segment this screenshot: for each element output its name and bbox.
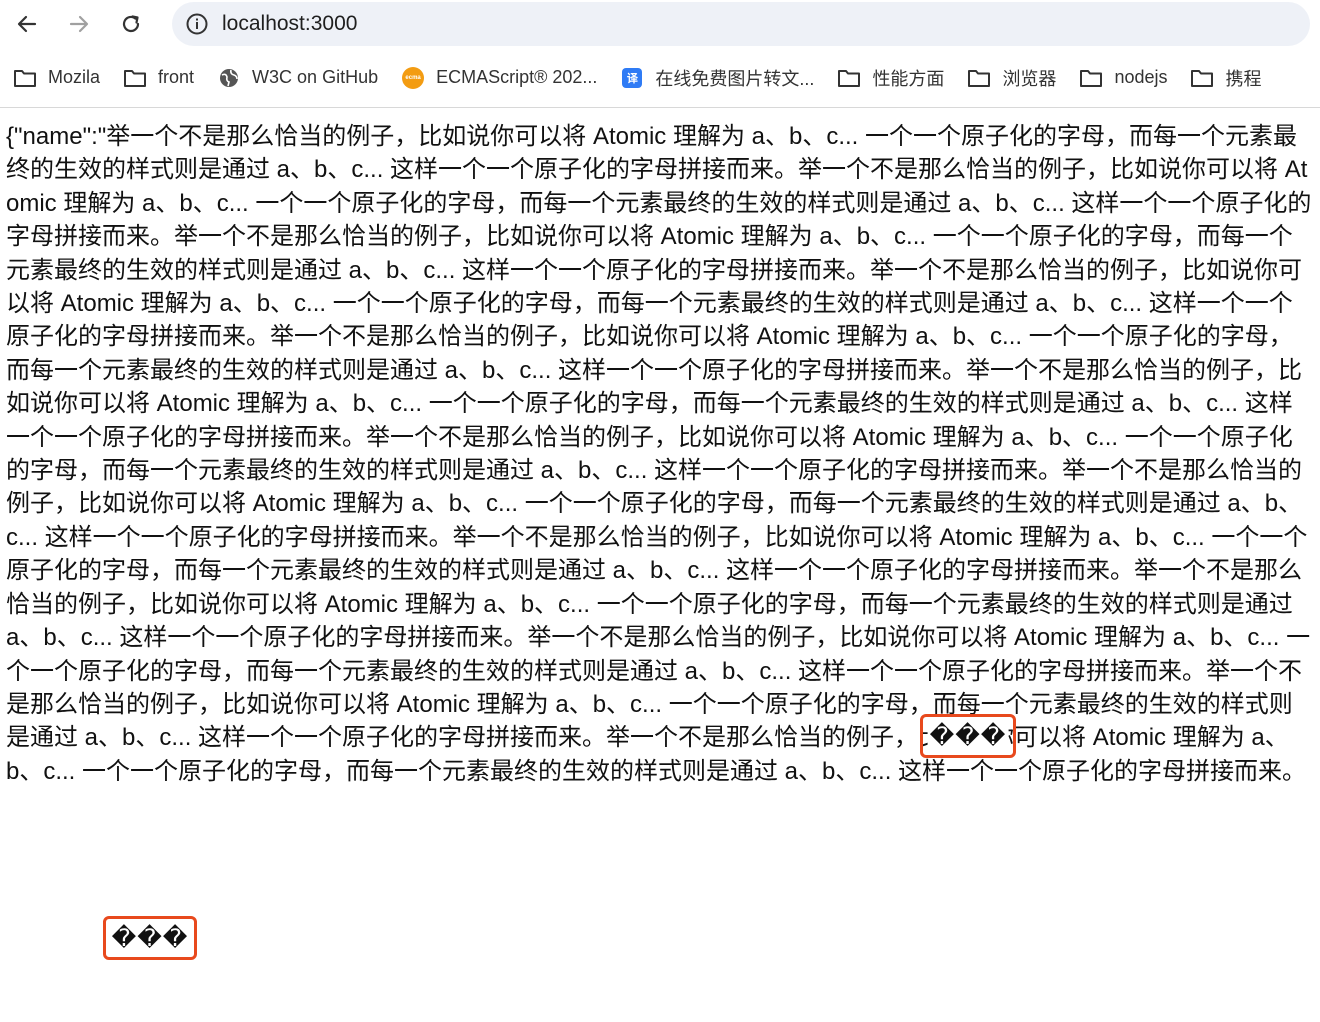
globe-icon <box>216 67 242 89</box>
bookmarks-bar: Mozila front W3C on GitHub ecma ECMAScript® … <box>0 48 1320 108</box>
folder-icon <box>122 67 148 89</box>
bookmark-label: front <box>158 67 195 87</box>
forward-button[interactable] <box>62 7 96 41</box>
garbled-char-marker: ��� <box>927 722 1009 750</box>
address-bar[interactable]: localhost:3000 <box>172 2 1310 46</box>
garbled-char-highlight-2: ��� <box>103 916 197 960</box>
folder-icon <box>12 67 38 89</box>
json-response-text: {"name":"举一个不是那么恰当的例子，比如说你可以将 Atomic 理解为… <box>6 123 1312 785</box>
bookmark-item[interactable]: ecma ECMAScript® 202... <box>400 66 598 89</box>
ecma-icon: ecma <box>400 66 426 89</box>
bookmark-label: 携程 <box>1225 68 1262 89</box>
bookmark-item[interactable]: Mozila <box>12 67 100 89</box>
bookmark-item[interactable]: nodejs <box>1078 67 1167 89</box>
bookmark-item[interactable]: 性能方面 <box>836 65 944 91</box>
bookmark-label: Mozila <box>48 67 101 87</box>
bookmark-item[interactable]: 浏览器 <box>966 65 1056 91</box>
page-content: {"name":"举一个不是那么恰当的例子，比如说你可以将 Atomic 理解为… <box>0 108 1320 1021</box>
bookmark-item[interactable]: 译在线免费图片转文... <box>619 65 814 91</box>
back-button[interactable] <box>10 7 44 41</box>
bookmark-label: ECMAScript® 202... <box>436 67 598 87</box>
reload-button[interactable] <box>114 7 148 41</box>
reload-icon <box>122 15 140 33</box>
bookmark-label: 浏览器 <box>1002 68 1057 89</box>
folder-icon <box>1189 67 1215 89</box>
site-info-icon[interactable] <box>184 11 210 37</box>
back-arrow-icon <box>17 15 37 33</box>
bookmark-item[interactable]: front <box>122 67 194 89</box>
bookmark-item[interactable]: W3C on GitHub <box>216 67 378 89</box>
browser-toolbar: localhost:3000 <box>0 0 1320 48</box>
url-text: localhost:3000 <box>222 12 358 35</box>
folder-icon <box>966 67 992 89</box>
folder-icon <box>1078 67 1104 89</box>
forward-arrow-icon <box>69 15 89 33</box>
bookmark-label: W3C on GitHub <box>252 67 379 87</box>
bookmark-label: 性能方面 <box>872 68 945 89</box>
image-convert-icon: 译 <box>619 67 645 89</box>
folder-icon <box>836 67 862 89</box>
bookmark-label: nodejs <box>1114 67 1168 87</box>
garbled-char-highlight-1: ��� <box>920 714 1016 758</box>
bookmark-item[interactable]: 携程 <box>1189 65 1261 91</box>
garbled-char-marker: ��� <box>109 924 191 952</box>
bookmark-label: 在线免费图片转文... <box>655 68 815 89</box>
